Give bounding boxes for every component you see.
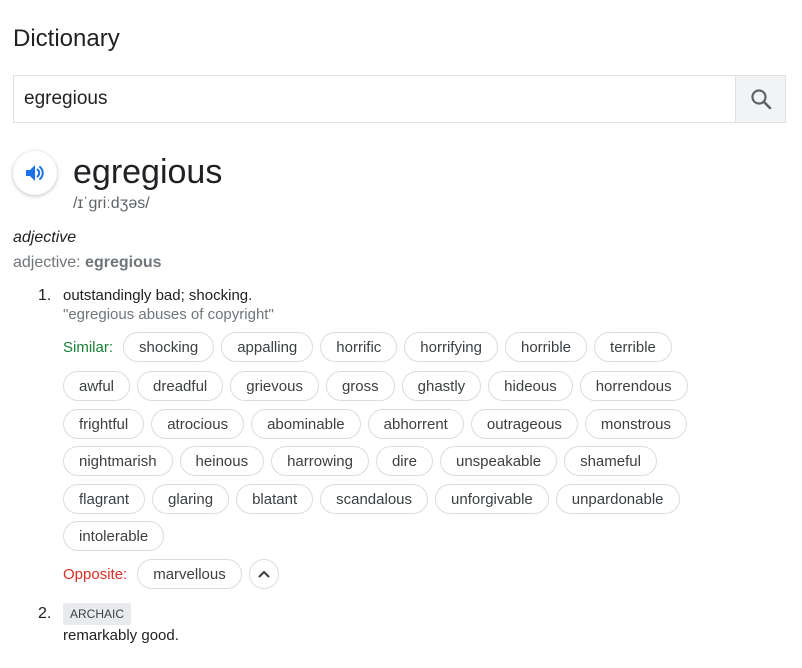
synonym-chip[interactable]: abhorrent [367,409,464,439]
search-input[interactable] [14,76,735,122]
synonym-chip[interactable]: dire [375,446,433,476]
search-button[interactable] [735,76,785,122]
search-icon [750,89,771,110]
example: "egregious abuses of copyright" [63,306,274,323]
definition: remarkably good. [63,627,179,644]
headword: egregious [73,153,223,191]
synonym-chip[interactable]: shameful [564,446,657,476]
register-badge: ARCHAIC [63,603,132,625]
part-of-speech: adjective [13,229,77,246]
phonetic: /ɪˈɡriːdʒəs/ [73,195,150,212]
page-title: Dictionary [13,25,120,52]
synonym-chip[interactable]: unforgivable [435,484,549,514]
similar-row: nightmarish heinous harrowing dire unspe… [63,446,664,476]
collapse-button[interactable] [248,559,279,589]
synonym-chip[interactable]: flagrant [63,484,146,514]
synonym-chip[interactable]: glaring [152,484,230,514]
part-of-speech-line: adjective: egregious [13,254,162,272]
sense-number: 1. [38,287,52,304]
similar-label: Similar: [63,338,114,356]
synonym-chip[interactable]: ghastly [401,371,482,401]
synonym-chip[interactable]: unpardonable [555,484,680,514]
similar-row: awful dreadful grievous gross ghastly hi… [63,371,695,401]
opposite-row: Opposite: marvellous [63,559,279,589]
synonym-chip[interactable]: atrocious [151,409,245,439]
synonym-chip[interactable]: hideous [488,371,573,401]
synonym-chip[interactable]: heinous [179,446,265,476]
pos-word: egregious [85,254,162,271]
synonym-chip[interactable]: grievous [230,371,319,401]
definition: outstandingly bad; shocking. [63,287,253,304]
synonym-chip[interactable]: shocking [123,332,215,362]
similar-row: frightful atrocious abominable abhorrent… [63,409,694,439]
synonym-chip[interactable]: awful [63,371,131,401]
synonym-chip[interactable]: appalling [221,332,314,362]
synonym-chip[interactable]: dreadful [137,371,224,401]
synonym-chip[interactable]: abominable [251,409,361,439]
synonym-chip[interactable]: unspeakable [439,446,558,476]
synonym-chip[interactable]: blatant [236,484,314,514]
synonym-chip[interactable]: horrific [320,332,398,362]
synonym-chip[interactable]: horrible [505,332,588,362]
synonym-chip[interactable]: scandalous [320,484,429,514]
synonym-chip[interactable]: intolerable [63,521,165,551]
synonym-chip[interactable]: horrifying [404,332,498,362]
speaker-icon [26,165,44,181]
synonym-chip[interactable]: harrowing [271,446,369,476]
synonym-chip[interactable]: nightmarish [63,446,173,476]
synonym-chip[interactable]: terrible [594,332,672,362]
synonym-chip[interactable]: frightful [63,409,145,439]
pronunciation-button[interactable] [13,151,57,195]
pos-prefix: adjective: [13,254,86,271]
opposite-label: Opposite: [63,565,128,583]
synonym-chip[interactable]: gross [325,371,395,401]
search-bar [13,75,786,123]
similar-row: Similar: shocking appalling horrific hor… [63,332,679,362]
synonym-chip[interactable]: outrageous [470,409,578,439]
synonym-chip[interactable]: monstrous [584,409,687,439]
similar-row: flagrant glaring blatant scandalous unfo… [63,484,687,514]
sense-number: 2. [38,605,52,622]
chevron-up-icon [258,571,270,578]
similar-row: intolerable [63,521,171,551]
synonym-chip[interactable]: horrendous [579,371,688,401]
antonym-chip[interactable]: marvellous [137,559,242,589]
